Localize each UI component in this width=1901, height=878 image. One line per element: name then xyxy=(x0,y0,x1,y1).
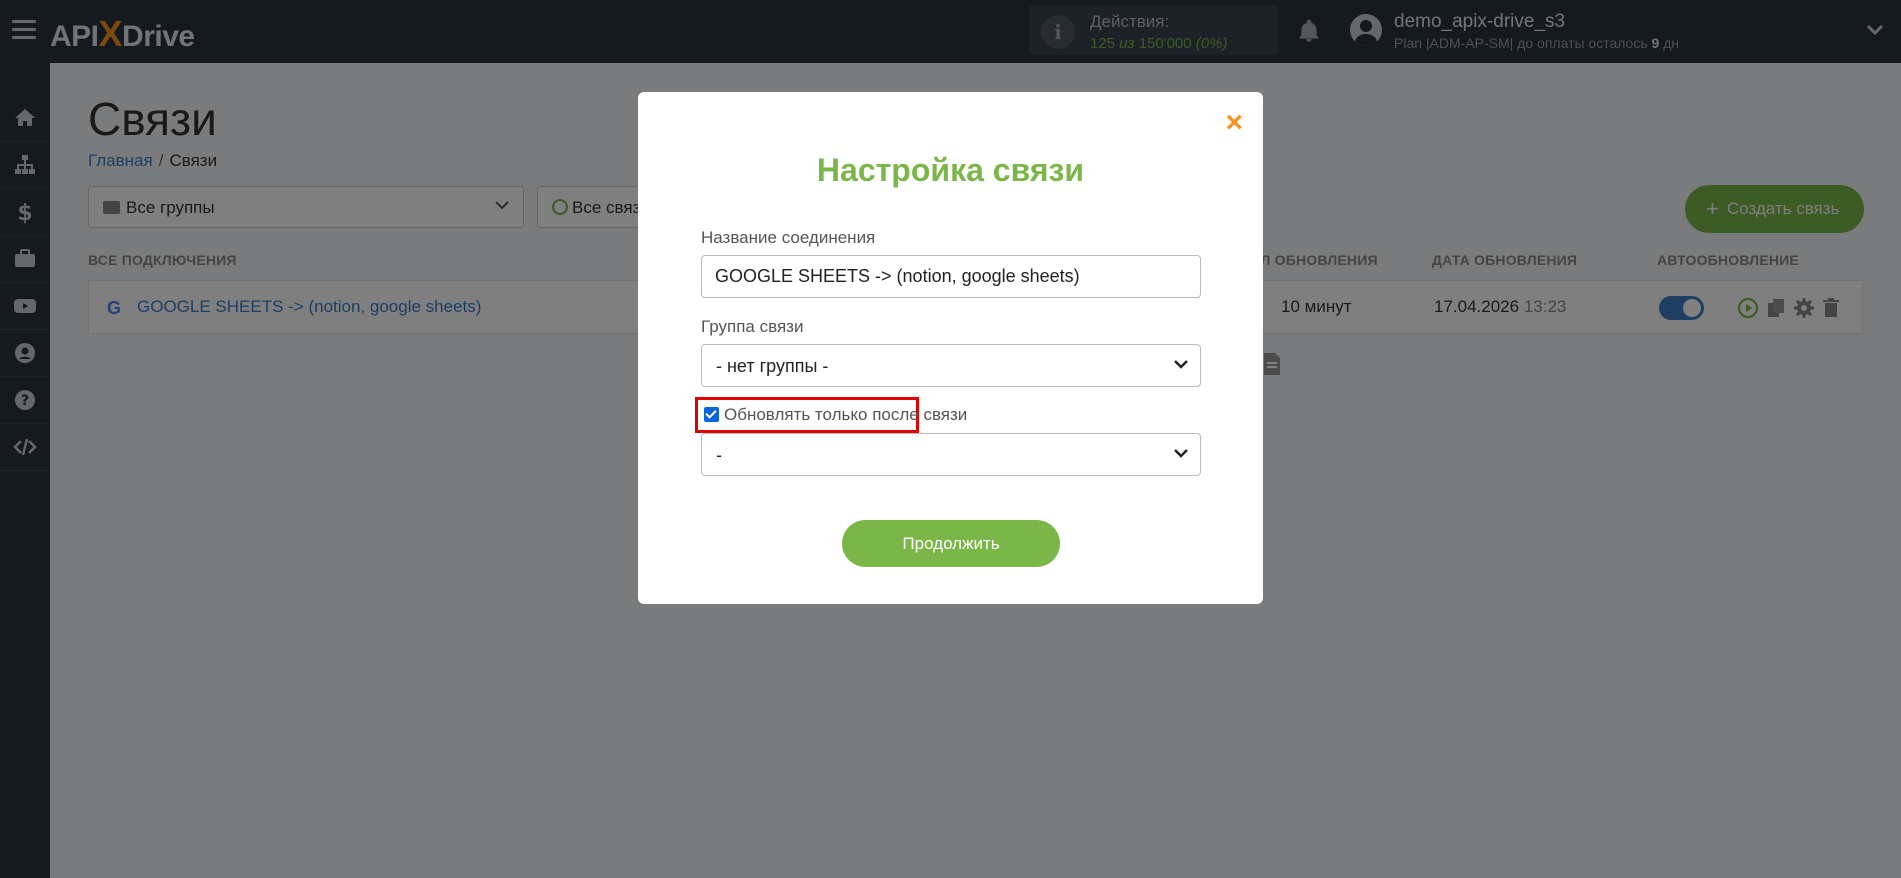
modal-title: Настройка связи xyxy=(816,152,1085,188)
update-after-connection-option: Обновлять только после связи xyxy=(695,397,967,433)
connection-name-input[interactable] xyxy=(701,255,1201,298)
chevron-down-icon xyxy=(1174,360,1188,369)
connection-name-label: Название соединения xyxy=(701,228,876,247)
group-label: Группа связи xyxy=(701,317,804,336)
chevron-down-icon xyxy=(1174,449,1188,458)
after-connection-select[interactable]: - xyxy=(701,433,1201,476)
connection-settings-modal: × Настройка связи Название соединения Гр… xyxy=(638,92,1263,604)
group-select[interactable]: - нет группы - xyxy=(701,344,1201,387)
update-after-connection-label[interactable]: Обновлять только после связи xyxy=(724,405,967,425)
update-after-connection-checkbox[interactable] xyxy=(704,407,719,422)
close-icon[interactable]: × xyxy=(1225,108,1243,138)
continue-button[interactable]: Продолжить xyxy=(842,520,1060,567)
